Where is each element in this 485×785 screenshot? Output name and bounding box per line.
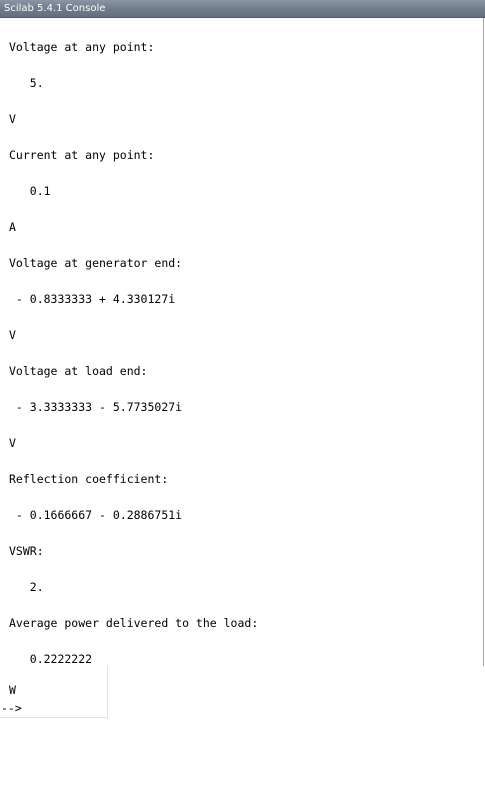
output-line: W (9, 683, 16, 697)
output-line: V (9, 328, 16, 342)
output-line: V (9, 436, 16, 450)
title-bar: Scilab 5.4.1 Console (0, 0, 485, 18)
output-line: 2. (9, 580, 44, 594)
output-line: - 0.1666667 - 0.2886751i (9, 508, 183, 522)
output-line: - 0.8333333 + 4.330127i (9, 292, 176, 306)
output-line: A (9, 220, 16, 234)
output-line: Average power delivered to the load: (9, 616, 259, 630)
output-line: Voltage at load end: (9, 364, 148, 378)
window-title: Scilab 5.4.1 Console (4, 3, 106, 14)
output-line: Reflection coefficient: (9, 472, 169, 486)
output-line: 0.1 (9, 184, 51, 198)
output-line: VSWR: (9, 544, 44, 558)
output-line: - 3.3333333 - 5.7735027i (9, 400, 183, 414)
output-line: Voltage at any point: (9, 40, 155, 54)
console-output: Voltage at any point: 5. V Current at an… (0, 18, 484, 666)
output-line: Current at any point: (9, 148, 155, 162)
console-area[interactable]: Voltage at any point: 5. V Current at an… (0, 18, 485, 785)
output-line: 0.2222222 (9, 652, 93, 666)
console-input-area[interactable]: W --> (0, 666, 108, 718)
output-line: Voltage at generator end: (9, 256, 183, 270)
output-line: 5. (9, 76, 44, 90)
output-line: V (9, 112, 16, 126)
command-prompt[interactable]: --> (1, 701, 22, 715)
